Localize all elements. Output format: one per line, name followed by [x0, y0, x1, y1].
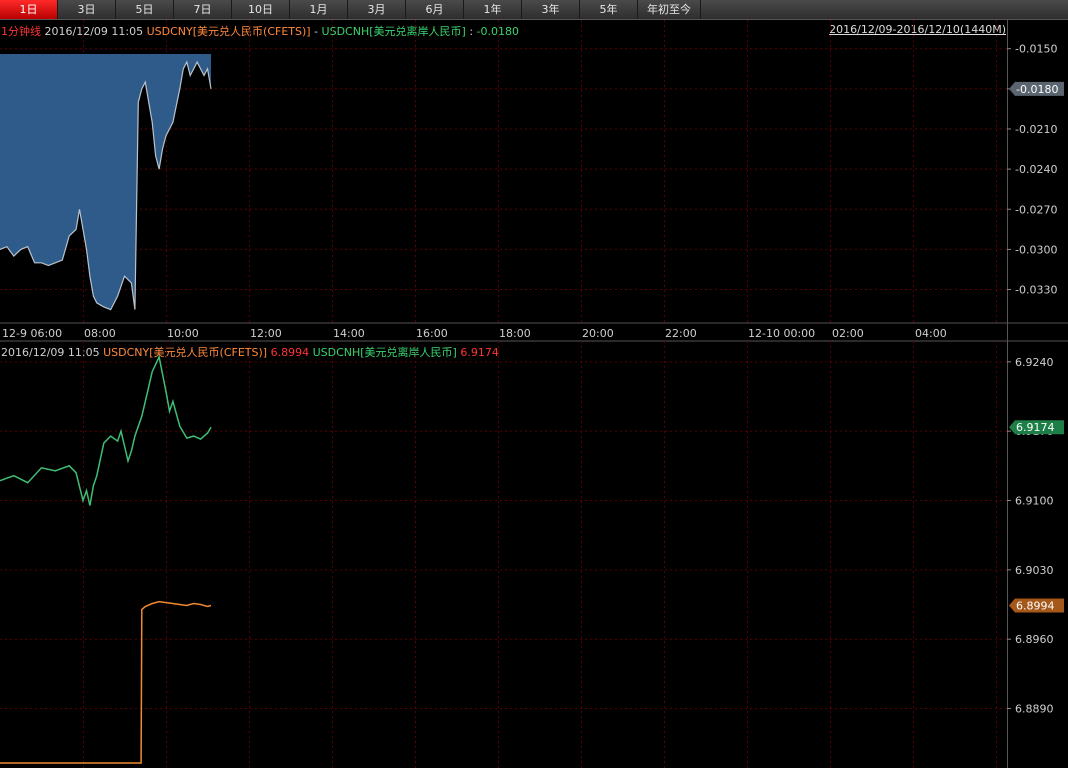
- x-tick-11: 04:00: [915, 327, 947, 340]
- x-tick-0: 12-9 06:00: [2, 327, 62, 340]
- y-tick-top-6: -0.0330: [1015, 284, 1057, 297]
- spread-last-value-text: -0.0180: [1016, 83, 1058, 96]
- tab-4[interactable]: 10日: [232, 0, 290, 19]
- x-tick-2: 10:00: [167, 327, 199, 340]
- y-tick-bottom-5: 6.8890: [1015, 703, 1054, 716]
- x-tick-5: 16:00: [416, 327, 448, 340]
- tab-5[interactable]: 1月: [290, 0, 348, 19]
- usdcny-line: [0, 600, 212, 764]
- y-tick-bottom-4: 6.8960: [1015, 633, 1054, 646]
- tab-9[interactable]: 3年: [522, 0, 580, 19]
- y-tick-top-0: -0.0150: [1015, 43, 1057, 56]
- x-tick-3: 12:00: [250, 327, 282, 340]
- x-tick-9: 12-10 00:00: [748, 327, 815, 340]
- tab-10[interactable]: 5年: [580, 0, 638, 19]
- tab-2[interactable]: 5日: [116, 0, 174, 19]
- x-tick-8: 22:00: [665, 327, 697, 340]
- tab-6[interactable]: 3月: [348, 0, 406, 19]
- tab-8[interactable]: 1年: [464, 0, 522, 19]
- tab-7[interactable]: 6月: [406, 0, 464, 19]
- y-tick-top-2: -0.0210: [1015, 123, 1057, 136]
- tab-3[interactable]: 7日: [174, 0, 232, 19]
- x-tick-6: 18:00: [499, 327, 531, 340]
- y-tick-bottom-3: 6.9030: [1015, 564, 1054, 577]
- y-tick-bottom-2: 6.9100: [1015, 495, 1054, 508]
- x-tick-4: 14:00: [333, 327, 365, 340]
- period-tab-bar: 1日 3日 5日 7日 10日 1月 3月 6月 1年 3年 5年 年初至今: [0, 0, 1068, 20]
- tab-11[interactable]: 年初至今: [638, 0, 701, 19]
- fx-chart: -0.0150 -0.0180 -0.0210 -0.0240 -0.0270 -0.03…: [0, 20, 1068, 768]
- tab-1[interactable]: 3日: [58, 0, 116, 19]
- x-tick-1: 08:00: [84, 327, 116, 340]
- tab-0[interactable]: 1日: [0, 0, 58, 19]
- usdcnh-last-value-text: 6.9174: [1016, 421, 1055, 434]
- y-tick-top-5: -0.0300: [1015, 243, 1057, 256]
- y-tick-bottom-0: 6.9240: [1015, 356, 1054, 369]
- usdcny-last-value-text: 6.8994: [1016, 600, 1055, 613]
- y-tick-top-4: -0.0270: [1015, 203, 1057, 216]
- x-tick-7: 20:00: [582, 327, 614, 340]
- y-tick-top-3: -0.0240: [1015, 163, 1057, 176]
- x-tick-10: 02:00: [832, 327, 864, 340]
